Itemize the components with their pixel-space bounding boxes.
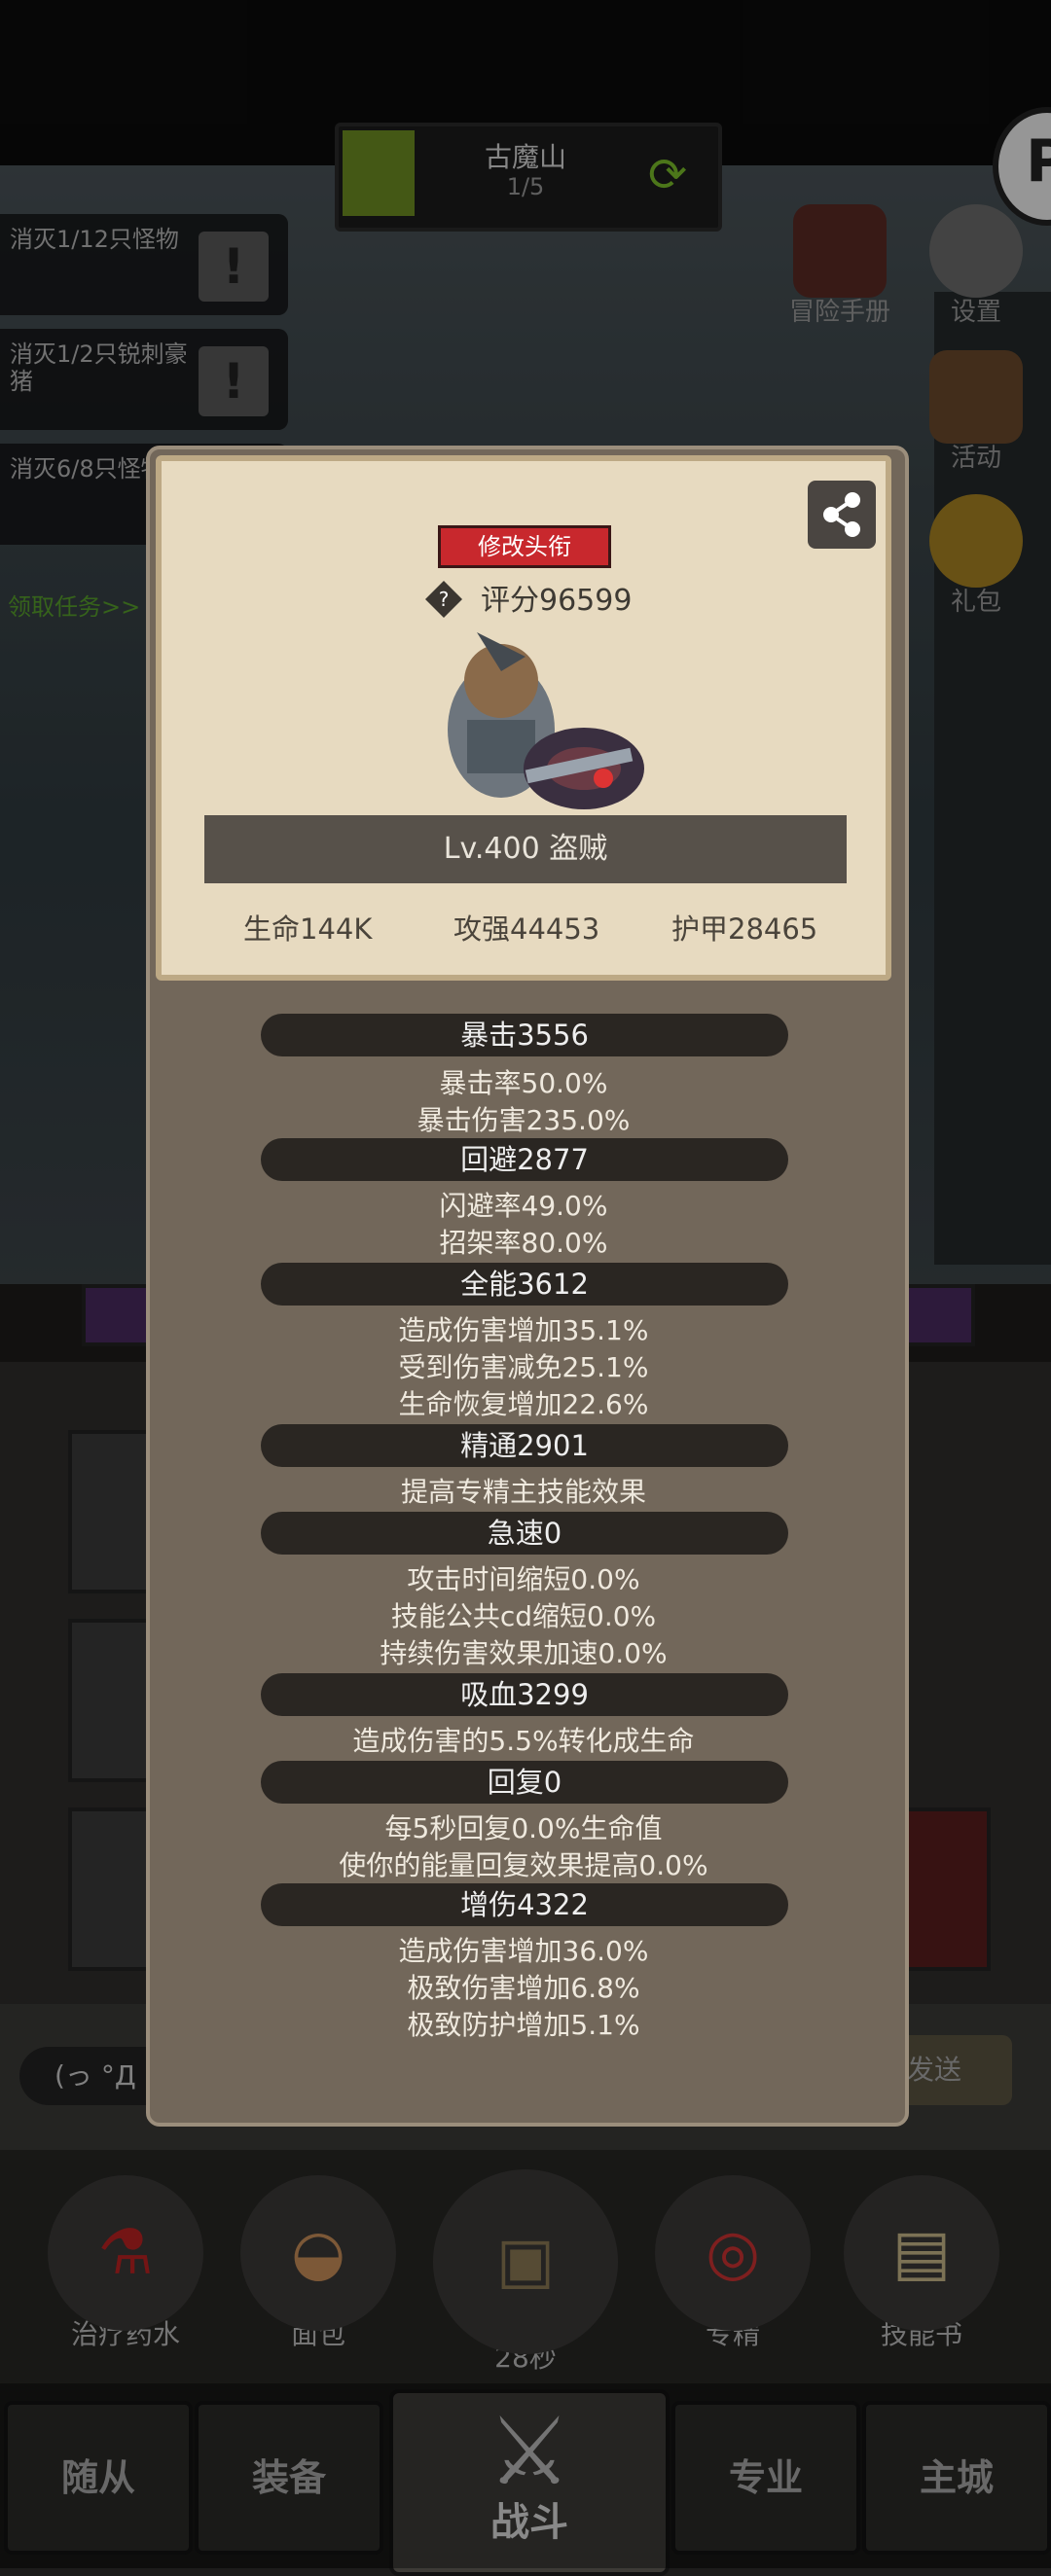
- stat-line: 极致防护增加5.1%: [407, 2009, 640, 2041]
- stat-line: 招架率80.0%: [439, 1227, 608, 1259]
- stat-line: 闪避率49.0%: [439, 1190, 608, 1222]
- stat-header: 精通2901: [261, 1424, 788, 1467]
- svg-text:?: ?: [439, 588, 450, 611]
- stat-line: 造成伤害增加36.0%: [398, 1935, 649, 1967]
- attack-stat: 攻强44453: [453, 912, 600, 946]
- character-avatar: [409, 613, 671, 827]
- stat-line: 持续伤害效果加速0.0%: [380, 1637, 668, 1669]
- stat-line: 生命恢复增加22.6%: [398, 1388, 649, 1420]
- edit-title-button[interactable]: 修改头衔: [438, 525, 611, 568]
- share-icon: [823, 492, 860, 537]
- stat-line: 造成伤害增加35.1%: [398, 1314, 649, 1346]
- armor-stat: 护甲28465: [671, 912, 818, 946]
- stat-line: 每5秒回复0.0%生命值: [384, 1812, 663, 1844]
- level-class: Lv.400 盗贼: [443, 832, 608, 866]
- stat-header: 急速0: [261, 1512, 788, 1555]
- stat-line: 造成伤害的5.5%转化成生命: [352, 1725, 695, 1757]
- stat-header: 吸血3299: [261, 1673, 788, 1716]
- stat-header: 回复0: [261, 1761, 788, 1804]
- stat-line: 极致伤害增加6.8%: [407, 1972, 640, 2004]
- stat-line: 暴击伤害235.0%: [417, 1104, 631, 1136]
- stat-line: 提高专精主技能效果: [400, 1476, 646, 1508]
- stat-line: 暴击率50.0%: [439, 1067, 608, 1099]
- hp-stat: 生命144K: [243, 912, 373, 946]
- stat-line: 技能公共cd缩短0.0%: [390, 1600, 657, 1632]
- stat-header: 回避2877: [261, 1138, 788, 1181]
- stat-line: 受到伤害减免25.1%: [398, 1351, 649, 1383]
- stat-header: 增伤4322: [261, 1883, 788, 1926]
- stat-header: 暴击3556: [261, 1014, 788, 1056]
- share-button[interactable]: [808, 481, 876, 549]
- stat-header: 全能3612: [261, 1263, 788, 1306]
- stat-line: 使你的能量回复效果提高0.0%: [339, 1849, 708, 1881]
- stat-line: 攻击时间缩短0.0%: [407, 1563, 640, 1595]
